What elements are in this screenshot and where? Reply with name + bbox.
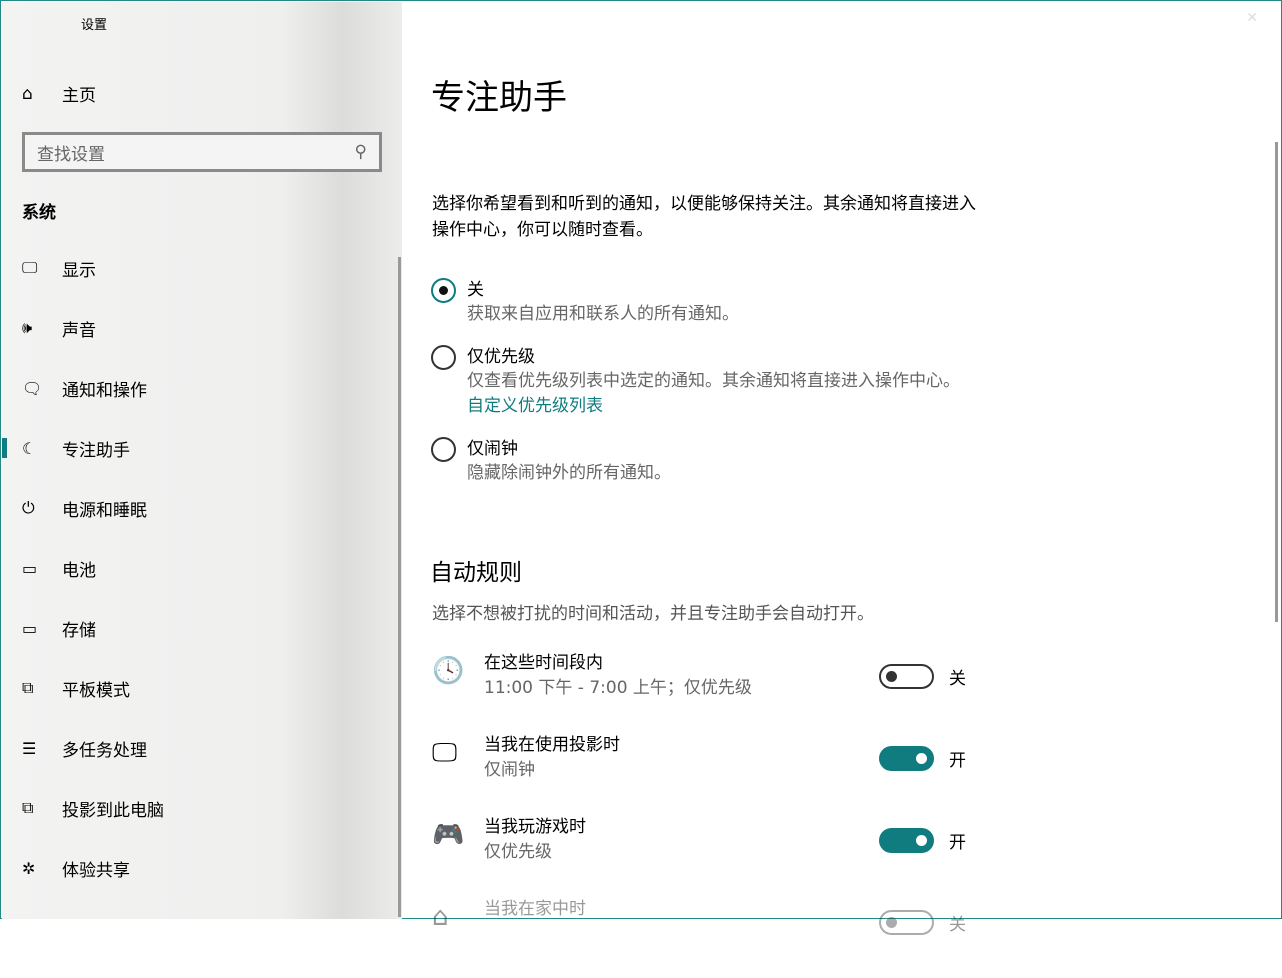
sidebar-item-label: 多任务处理 <box>62 736 147 761</box>
window-title: 设置 <box>81 14 107 33</box>
toggle-state-label: 关 <box>949 664 966 689</box>
sidebar-item-notifications[interactable]: 🗨通知和操作 <box>2 358 402 418</box>
sidebar-item-label: 专注助手 <box>62 436 130 461</box>
sidebar-nav: 🖵显示🕪声音🗨通知和操作☾专注助手⏻电源和睡眠▭电池▭存储⧉平板模式☰多任务处理… <box>2 238 402 898</box>
option-description: 获取来自应用和联系人的所有通知。 <box>467 302 987 327</box>
battery-icon: ▭ <box>22 559 62 578</box>
sidebar-scrollbar[interactable] <box>398 257 401 917</box>
rule-description: 仅优先级 <box>484 840 586 864</box>
toggle-state-label: 开 <box>949 828 966 853</box>
sidebar-home[interactable]: ⌂主页 <box>22 81 96 106</box>
sidebar-item-label: 电源和睡眠 <box>62 496 147 521</box>
rule-item: 🎮当我玩游戏时仅优先级 开 <box>432 814 992 896</box>
sidebar: 设置 ⌂主页 查找设置⚲ 系统 🖵显示🕪声音🗨通知和操作☾专注助手⏻电源和睡眠▭… <box>2 2 402 919</box>
sidebar-item-power-sleep[interactable]: ⏻电源和睡眠 <box>2 478 402 538</box>
sidebar-item-label: 通知和操作 <box>62 376 147 401</box>
tablet-mode-icon: ⧉ <box>22 678 62 698</box>
option-label: 仅优先级 <box>467 345 987 369</box>
close-icon[interactable]: ✕ <box>1246 10 1258 26</box>
multitasking-icon: ☰ <box>22 739 62 758</box>
rule-toggle[interactable] <box>879 664 934 689</box>
rules-heading: 自动规则 <box>430 553 522 587</box>
customize-priority-link[interactable]: 自定义优先级列表 <box>467 394 987 419</box>
home-label: 主页 <box>62 81 96 106</box>
sidebar-item-battery[interactable]: ▭电池 <box>2 538 402 598</box>
rule-toggle[interactable] <box>879 746 934 771</box>
rule-title[interactable]: 当我在使用投影时 <box>484 732 620 758</box>
storage-icon: ▭ <box>22 619 62 638</box>
sidebar-item-display[interactable]: 🖵显示 <box>2 238 402 298</box>
option-description: 隐藏除闹钟外的所有通知。 <box>467 461 987 486</box>
sidebar-item-multitasking[interactable]: ☰多任务处理 <box>2 718 402 778</box>
radio-option[interactable]: 仅优先级仅查看优先级列表中选定的通知。其余通知将直接进入操作中心。自定义优先级列… <box>431 345 987 419</box>
page-description: 选择你希望看到和听到的通知，以便能够保持关注。其余通知将直接进入操作中心，你可以… <box>432 191 992 243</box>
rule-title[interactable]: 在这些时间段内 <box>484 650 752 676</box>
option-description: 仅查看优先级列表中选定的通知。其余通知将直接进入操作中心。 <box>467 369 987 394</box>
search-placeholder: 查找设置 <box>37 140 105 165</box>
power-sleep-icon: ⏻ <box>22 498 62 518</box>
home-icon: ⌂ <box>432 896 484 978</box>
sidebar-item-label: 存储 <box>62 616 96 641</box>
rule-toggle[interactable] <box>879 910 934 935</box>
focus-mode-options: 关获取来自应用和联系人的所有通知。仅优先级仅查看优先级列表中选定的通知。其余通知… <box>431 278 987 504</box>
sidebar-item-shared-experiences[interactable]: ✲体验共享 <box>2 838 402 898</box>
sidebar-item-focus-assist[interactable]: ☾专注助手 <box>2 418 402 478</box>
rule-item: ⌂当我在家中时关 <box>432 896 992 978</box>
radio-button[interactable] <box>431 278 456 303</box>
sidebar-item-project-to-pc[interactable]: ⧉投影到此电脑 <box>2 778 402 838</box>
toggle-state-label: 开 <box>949 746 966 771</box>
shared-experiences-icon: ✲ <box>22 859 62 878</box>
search-icon: ⚲ <box>355 142 367 162</box>
rule-toggle[interactable] <box>879 828 934 853</box>
rule-title[interactable]: 当我在家中时 <box>484 896 586 922</box>
display-icon: 🖵 <box>22 258 62 278</box>
notifications-icon: 🗨 <box>22 379 62 398</box>
radio-button[interactable] <box>431 345 456 370</box>
rules-description: 选择不想被打扰的时间和活动，并且专注助手会自动打开。 <box>432 599 874 624</box>
focus-assist-icon: ☾ <box>22 439 62 458</box>
rule-item: 🕓在这些时间段内11:00 下午 - 7:00 上午；仅优先级 关 <box>432 650 992 732</box>
rule-item: 🖵当我在使用投影时仅闹钟 开 <box>432 732 992 814</box>
rule-description: 仅闹钟 <box>484 758 620 782</box>
search-input[interactable]: 查找设置 ⚲ <box>22 132 382 172</box>
radio-button[interactable] <box>431 437 456 462</box>
sidebar-item-storage[interactable]: ▭存储 <box>2 598 402 658</box>
sidebar-item-sound[interactable]: 🕪声音 <box>2 298 402 358</box>
gamepad-icon: 🎮 <box>432 814 484 896</box>
clock-icon: 🕓 <box>432 650 484 732</box>
radio-option[interactable]: 关获取来自应用和联系人的所有通知。 <box>431 278 987 327</box>
sidebar-item-label: 投影到此电脑 <box>62 796 164 821</box>
sidebar-item-label: 平板模式 <box>62 676 130 701</box>
rules-list: 🕓在这些时间段内11:00 下午 - 7:00 上午；仅优先级关🖵当我在使用投影… <box>432 650 992 978</box>
option-label: 关 <box>467 278 987 302</box>
rule-title[interactable]: 当我玩游戏时 <box>484 814 586 840</box>
project-to-pc-icon: ⧉ <box>22 798 62 818</box>
sidebar-item-label: 电池 <box>62 556 96 581</box>
radio-option[interactable]: 仅闹钟隐藏除闹钟外的所有通知。 <box>431 437 987 486</box>
sound-icon: 🕪 <box>22 318 62 338</box>
sidebar-item-tablet-mode[interactable]: ⧉平板模式 <box>2 658 402 718</box>
page-title: 专注助手 <box>431 70 567 119</box>
home-icon: ⌂ <box>22 84 62 104</box>
sidebar-item-label: 体验共享 <box>62 856 130 881</box>
toggle-state-label: 关 <box>949 910 966 935</box>
option-label: 仅闹钟 <box>467 437 987 461</box>
sidebar-item-label: 声音 <box>62 316 96 341</box>
section-heading: 系统 <box>22 198 56 223</box>
main-content: ✕ 专注助手 选择你希望看到和听到的通知，以便能够保持关注。其余通知将直接进入操… <box>402 2 1280 917</box>
sidebar-item-label: 显示 <box>62 256 96 281</box>
rule-description: 11:00 下午 - 7:00 上午；仅优先级 <box>484 676 752 700</box>
monitor-icon: 🖵 <box>432 732 484 814</box>
main-scrollbar[interactable] <box>1275 142 1278 622</box>
